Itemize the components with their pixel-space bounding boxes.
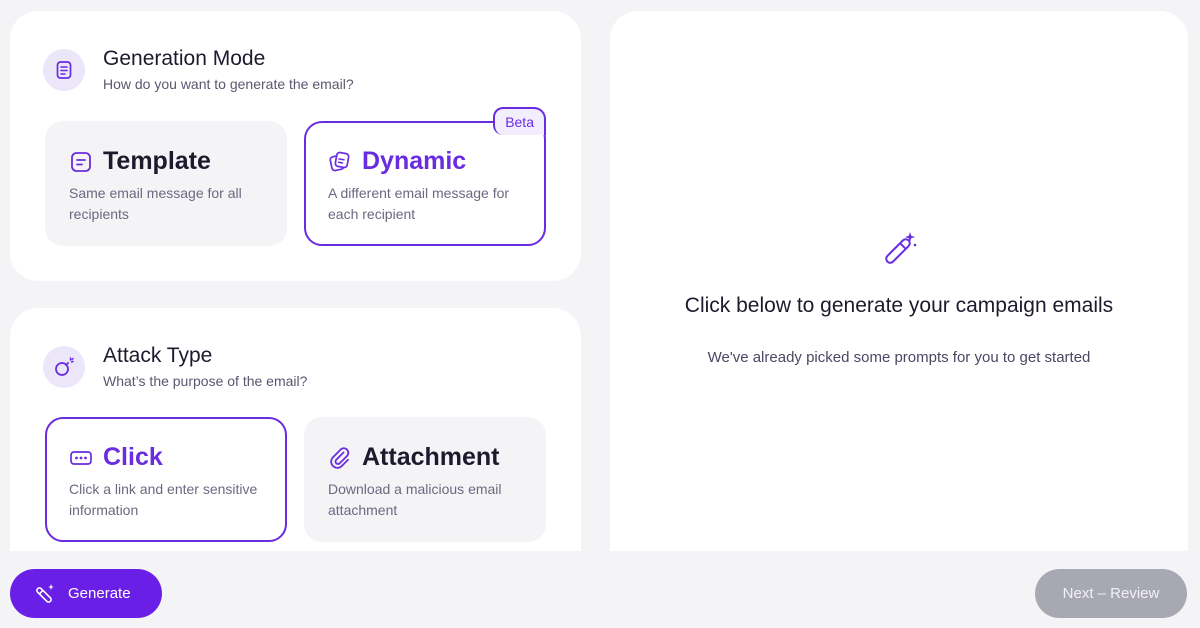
generate-button[interactable]: Generate bbox=[10, 569, 162, 618]
generation-mode-title: Generation Mode bbox=[103, 47, 266, 70]
attachment-option-description: Download a malicious email attachment bbox=[328, 481, 502, 518]
attachment-option-card[interactable]: Attachment Download a malicious email at… bbox=[304, 417, 546, 542]
preview-title: Click below to generate your campaign em… bbox=[684, 294, 1114, 317]
paperclip-icon bbox=[328, 446, 352, 470]
click-option-description: Click a link and enter sensitive informa… bbox=[69, 481, 258, 518]
generation-mode-panel: Generation Mode How do you want to gener… bbox=[10, 11, 581, 281]
template-option-card[interactable]: Template Same email message for all reci… bbox=[45, 121, 287, 246]
template-option-description: Same email message for all recipients bbox=[69, 185, 242, 222]
template-icon bbox=[69, 150, 93, 174]
click-option-label: Click bbox=[103, 443, 163, 471]
document-icon bbox=[43, 49, 85, 91]
bomb-icon bbox=[43, 346, 85, 388]
magic-wand-icon bbox=[881, 230, 919, 268]
click-option-card[interactable]: Click Click a link and enter sensitive i… bbox=[45, 417, 287, 542]
dynamic-icon bbox=[328, 150, 352, 174]
footer-bar bbox=[0, 551, 1200, 628]
attachment-option-label: Attachment bbox=[362, 443, 500, 471]
generation-mode-subtitle: How do you want to generate the email? bbox=[103, 76, 354, 92]
preview-subtitle: We've already picked some prompts for yo… bbox=[707, 349, 1091, 366]
template-option-label: Template bbox=[103, 147, 211, 175]
attack-type-subtitle: What’s the purpose of the email? bbox=[103, 373, 308, 389]
attack-type-panel: Attack Type What’s the purpose of the em… bbox=[10, 308, 581, 568]
password-icon bbox=[69, 446, 93, 470]
preview-panel: Click below to generate your campaign em… bbox=[610, 11, 1188, 568]
magic-wand-icon bbox=[34, 583, 56, 605]
attack-type-title: Attack Type bbox=[103, 344, 213, 367]
dynamic-option-card[interactable]: Beta Dynamic A different email message f… bbox=[304, 107, 546, 246]
dynamic-option-description: A different email message for each recip… bbox=[328, 185, 510, 222]
generate-button-label: Generate bbox=[68, 585, 131, 602]
next-review-button[interactable]: Next – Review bbox=[1035, 569, 1187, 618]
beta-badge: Beta bbox=[493, 107, 546, 135]
dynamic-option-label: Dynamic bbox=[362, 147, 467, 175]
